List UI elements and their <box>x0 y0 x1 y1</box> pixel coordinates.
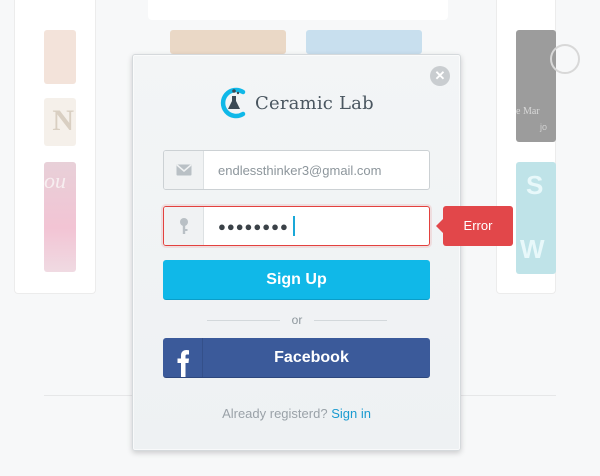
text-cursor <box>292 216 295 236</box>
envelope-icon <box>164 151 204 189</box>
or-divider: or <box>207 313 388 327</box>
password-masked-value: ●●●●●●●● <box>218 218 289 234</box>
facebook-f-icon <box>177 350 189 377</box>
key-icon-svg <box>179 218 188 234</box>
brand-name: Ceramic Lab <box>255 92 374 114</box>
or-label: or <box>291 313 303 327</box>
email-field[interactable] <box>163 150 430 190</box>
background-tile-text: jo <box>540 122 548 132</box>
divider-line <box>314 319 388 321</box>
background-tile <box>44 30 76 84</box>
facebook-icon <box>163 338 203 377</box>
key-icon <box>164 207 204 245</box>
signup-modal: ✕ Ceramic Lab ●●●●●●●● <box>132 54 513 451</box>
already-registered-text: Already registerd? <box>222 406 328 421</box>
background-tile-text: ou <box>44 168 66 193</box>
signin-prompt: Already registerd? Sign in <box>133 406 460 421</box>
email-input[interactable] <box>204 151 429 189</box>
background-tile: e Mar jo <box>516 30 580 142</box>
background-tile-text: e Mar <box>516 106 540 117</box>
error-tooltip: Error <box>436 206 513 246</box>
background-tile-ring <box>550 44 580 74</box>
background-tile: S W <box>516 162 556 274</box>
ceramic-lab-logo-icon <box>220 87 246 119</box>
close-icon[interactable]: ✕ <box>430 66 450 86</box>
background-tile <box>170 30 286 54</box>
facebook-login-button[interactable]: Facebook <box>163 338 430 378</box>
envelope-icon-svg <box>176 164 191 176</box>
password-field[interactable]: ●●●●●●●● <box>163 206 430 246</box>
background-tile-text: N <box>52 104 74 137</box>
background-tile: ou <box>44 162 76 272</box>
divider-line <box>207 319 280 321</box>
password-input[interactable]: ●●●●●●●● <box>204 207 429 245</box>
facebook-label: Facebook <box>274 349 349 366</box>
sign-up-button[interactable]: Sign Up <box>163 260 430 300</box>
brand-logo: Ceramic Lab <box>219 87 374 119</box>
sign-in-link[interactable]: Sign in <box>331 406 371 421</box>
background-column-middle <box>148 0 448 20</box>
background-tile: N <box>44 98 76 146</box>
background-tile <box>306 30 422 54</box>
